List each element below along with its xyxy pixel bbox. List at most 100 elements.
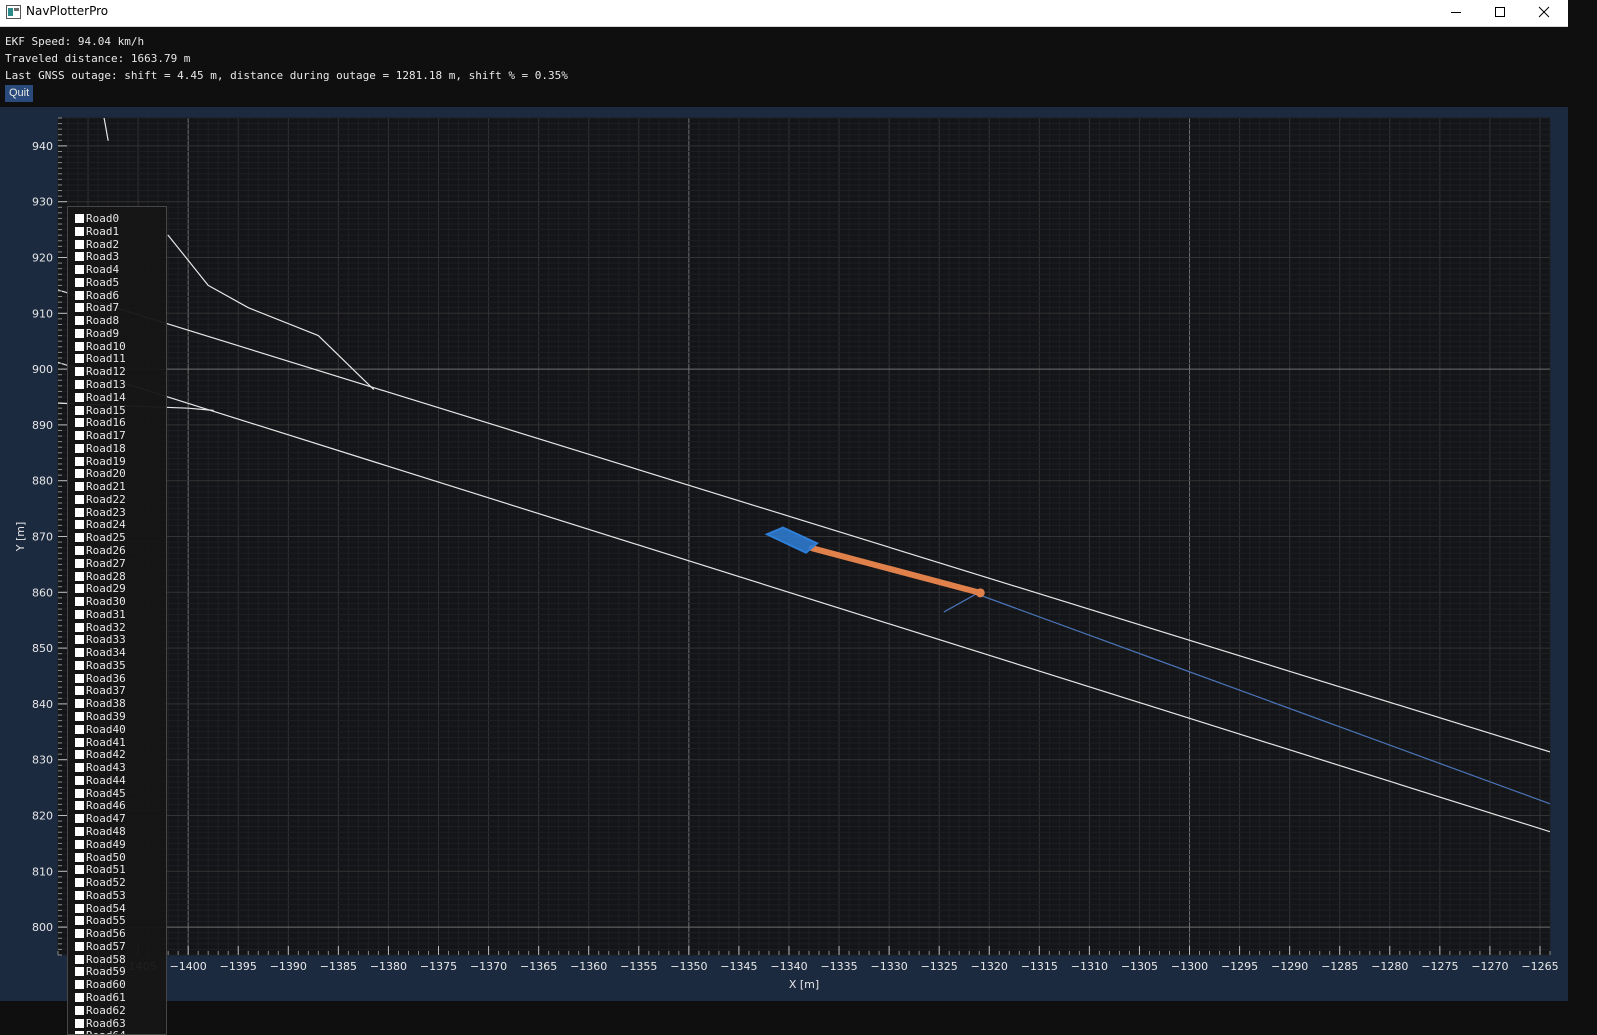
legend-swatch: [75, 354, 84, 364]
legend-swatch: [75, 469, 84, 479]
x-tick-label: −1360: [570, 960, 607, 973]
legend-label: Road41: [86, 735, 126, 749]
legend-label: Road23: [86, 505, 126, 519]
legend-label: Road16: [86, 416, 126, 430]
legend-swatch: [75, 954, 84, 964]
legend: Road0 Road1 Road2 Road3 Road4 Road5 Road6 Road7…: [67, 206, 167, 1035]
legend-label: Road8: [86, 314, 120, 328]
minimize-button[interactable]: [1434, 0, 1478, 26]
legend-swatch: [75, 763, 84, 773]
x-tick-label: −1295: [1221, 960, 1258, 973]
legend-label: Road64: [86, 1029, 126, 1034]
legend-label: Road59: [86, 965, 126, 979]
legend-label: Road49: [86, 837, 126, 851]
legend-swatch: [75, 303, 84, 313]
quit-button[interactable]: Quit: [5, 85, 34, 102]
legend-swatch: [75, 1031, 84, 1034]
legend-label: Road13: [86, 378, 126, 391]
legend-swatch: [75, 929, 84, 939]
legend-swatch: [75, 239, 84, 249]
y-tick-label: 840: [32, 698, 53, 711]
legend-label: Road22: [86, 492, 126, 506]
legend-swatch: [75, 890, 84, 900]
legend-label: Road3: [86, 250, 120, 264]
legend-label: Road4: [86, 263, 120, 277]
legend-label: Road19: [86, 454, 126, 468]
x-tick-label: −1320: [971, 960, 1008, 973]
x-tick-label: −1265: [1521, 960, 1558, 973]
window-title: NavPlotterPro: [26, 4, 109, 18]
x-tick-label: −1325: [921, 960, 958, 973]
legend-swatch: [75, 482, 84, 492]
legend-swatch: [75, 750, 84, 760]
legend-swatch: [75, 507, 84, 517]
legend-swatch: [75, 290, 84, 300]
y-tick-label: 900: [32, 363, 53, 376]
legend-label: Road18: [86, 441, 126, 455]
maximize-icon: [1495, 7, 1505, 17]
legend-swatch: [75, 558, 84, 568]
x-tick-label: −1280: [1371, 960, 1408, 973]
legend-label: Road11: [86, 352, 126, 366]
legend-swatch: [75, 609, 84, 619]
legend-swatch: [75, 916, 84, 926]
legend-label: Road12: [86, 365, 126, 379]
legend-swatch: [75, 584, 84, 594]
minimize-icon: [1451, 12, 1461, 13]
legend-swatch: [75, 571, 84, 581]
legend-swatch: [75, 443, 84, 453]
legend-swatch: [75, 839, 84, 849]
legend-label: Road54: [86, 901, 126, 915]
legend-label: Road26: [86, 544, 126, 558]
legend-swatch: [75, 533, 84, 543]
legend-label: Road40: [86, 722, 126, 736]
legend-label: Road33: [86, 633, 126, 647]
legend-label: Road7: [86, 301, 120, 315]
legend-swatch: [75, 520, 84, 530]
legend-label: Road5: [86, 275, 120, 289]
legend-label: Road56: [86, 927, 126, 941]
x-tick-label: −1390: [270, 960, 307, 973]
legend-swatch: [75, 992, 84, 1002]
x-axis-label: X [m]: [789, 978, 819, 991]
legend-label: Road63: [86, 1016, 126, 1030]
legend-swatch: [75, 380, 84, 389]
legend-swatch: [75, 456, 84, 466]
legend-swatch: [75, 635, 84, 645]
legend-label: Road29: [86, 582, 126, 596]
legend-swatch: [75, 622, 84, 632]
legend-swatch: [75, 967, 84, 977]
legend-swatch: [75, 494, 84, 504]
legend-label: Road32: [86, 620, 126, 634]
legend-label: Road9: [86, 326, 120, 340]
legend-label: Road52: [86, 876, 126, 890]
y-tick-label: 920: [32, 252, 53, 265]
close-icon: [1538, 6, 1550, 18]
legend-label: Road10: [86, 339, 126, 353]
legend-label: Road60: [86, 978, 126, 992]
legend-swatch: [75, 214, 84, 223]
close-button[interactable]: [1522, 0, 1566, 26]
legend-label: Road21: [86, 480, 126, 494]
legend-swatch: [75, 265, 84, 275]
legend-label: Road57: [86, 939, 126, 953]
x-tick-label: −1395: [220, 960, 257, 973]
legend-label: Road43: [86, 761, 126, 775]
legend-swatch: [75, 724, 84, 734]
y-tick-label: 800: [32, 921, 53, 934]
legend-swatch: [75, 392, 84, 402]
y-tick-label: 880: [32, 475, 53, 488]
legend-swatch: [75, 328, 84, 338]
x-tick-label: −1345: [720, 960, 757, 973]
x-tick-label: −1385: [320, 960, 357, 973]
legend-label: Road58: [86, 952, 126, 966]
legend-swatch: [75, 660, 84, 670]
legend-label: Road24: [86, 518, 126, 532]
legend-swatch: [75, 648, 84, 658]
maximize-button[interactable]: [1478, 0, 1522, 26]
legend-swatch: [75, 367, 84, 377]
app-icon: [6, 5, 21, 19]
trajectory-plot[interactable]: −1410−1405−1400−1395−1390−1385−1380−1375…: [0, 107, 1568, 1001]
legend-label: Road45: [86, 786, 126, 800]
legend-swatch: [75, 405, 84, 415]
